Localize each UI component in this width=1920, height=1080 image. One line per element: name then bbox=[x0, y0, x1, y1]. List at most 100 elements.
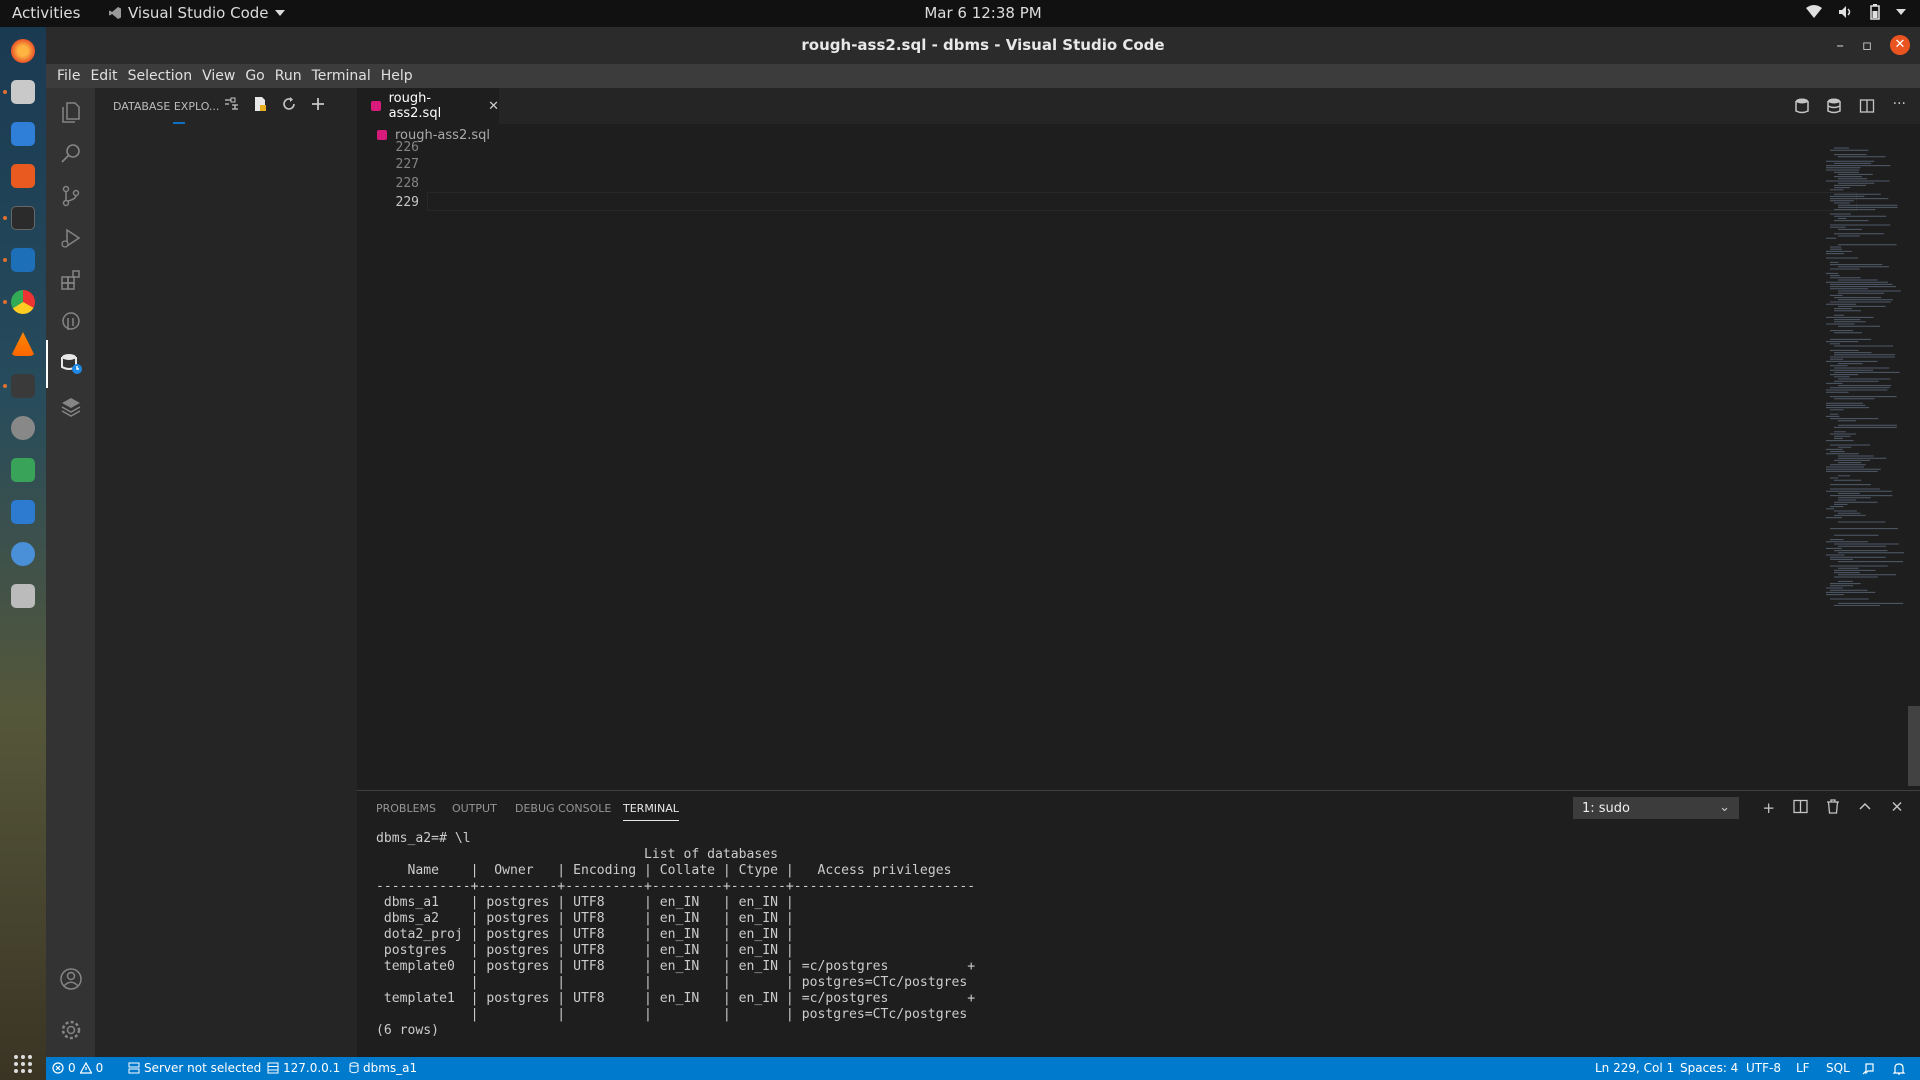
running-indicator bbox=[3, 300, 7, 304]
terminal-line: template1 | postgres | UTF8 | en_IN | en… bbox=[376, 991, 976, 1006]
new-terminal-icon[interactable]: + bbox=[1762, 799, 1775, 817]
chevron-down-icon: ⌄ bbox=[1719, 800, 1730, 815]
chrome-icon[interactable] bbox=[11, 290, 35, 314]
split-terminal-icon[interactable] bbox=[1793, 799, 1808, 814]
tab-rough-ass2-sql[interactable]: rough-ass2.sql ✕ bbox=[357, 88, 499, 124]
terminal-line: ------------+----------+----------+-----… bbox=[376, 879, 976, 894]
activity-bar bbox=[46, 88, 95, 1057]
explorer-icon[interactable] bbox=[46, 88, 95, 136]
minimize-button[interactable]: – bbox=[1836, 36, 1844, 54]
menu-bar: File Edit Selection View Go Run Terminal… bbox=[46, 64, 1920, 88]
window-titlebar[interactable]: rough-ass2.sql - dbms - Visual Studio Co… bbox=[46, 27, 1920, 64]
running-indicator bbox=[3, 90, 7, 94]
database-explorer-icon[interactable] bbox=[46, 340, 95, 388]
vscode-icon[interactable] bbox=[11, 248, 35, 272]
more-actions-icon[interactable]: ··· bbox=[1893, 97, 1906, 114]
writer-icon[interactable] bbox=[11, 122, 35, 146]
query-history-db-icon[interactable] bbox=[1826, 98, 1841, 114]
run-debug-icon[interactable] bbox=[46, 214, 95, 262]
thunderbird-icon[interactable] bbox=[11, 500, 35, 524]
chat-app-icon[interactable] bbox=[11, 542, 35, 566]
add-connection-icon[interactable] bbox=[310, 96, 326, 112]
maximize-panel-chevron-up-icon[interactable] bbox=[1858, 799, 1872, 814]
vlc-icon[interactable] bbox=[11, 332, 35, 356]
close-panel-icon[interactable] bbox=[1890, 799, 1904, 814]
terminal-line: dota2_proj | postgres | UTF8 | en_IN | e… bbox=[376, 927, 794, 942]
file-encoding[interactable]: UTF-8 bbox=[1746, 1061, 1781, 1075]
activities-button[interactable]: Activities bbox=[12, 4, 80, 22]
server-status-label: Server not selected bbox=[144, 1061, 262, 1075]
tab-terminal[interactable]: TERMINAL bbox=[623, 802, 679, 821]
menu-file[interactable]: File bbox=[52, 68, 85, 84]
code-editor[interactable]: 226 227 228 229 bbox=[357, 140, 1920, 790]
battery-icon bbox=[1870, 4, 1880, 20]
terminal-line: template0 | postgres | UTF8 | en_IN | en… bbox=[376, 959, 976, 974]
terminal-selector-value: 1: sudo bbox=[1582, 801, 1631, 816]
menu-help[interactable]: Help bbox=[376, 68, 418, 84]
new-query-file-icon[interactable] bbox=[252, 96, 268, 112]
sidebar-title: DATABASE EXPLO... bbox=[113, 100, 220, 113]
warning-count: 0 bbox=[95, 1061, 104, 1075]
extensions-icon[interactable] bbox=[46, 256, 95, 304]
source-control-icon[interactable] bbox=[46, 172, 95, 220]
editor-scrollbar-thumb[interactable] bbox=[1908, 706, 1920, 786]
system-monitor-icon[interactable] bbox=[11, 374, 35, 398]
calc-icon[interactable] bbox=[11, 458, 35, 482]
breadcrumb[interactable]: rough-ass2.sql bbox=[357, 124, 1920, 146]
volume-icon bbox=[1839, 6, 1851, 18]
show-apps-icon[interactable] bbox=[11, 1052, 35, 1076]
kill-terminal-trash-icon[interactable] bbox=[1826, 799, 1840, 814]
notifications-bell-icon[interactable] bbox=[1892, 1062, 1906, 1076]
app-menu[interactable]: Visual Studio Code bbox=[108, 4, 285, 22]
feedback-icon[interactable] bbox=[1861, 1062, 1875, 1076]
language-mode[interactable]: SQL bbox=[1826, 1061, 1850, 1075]
database-icon bbox=[349, 1062, 359, 1074]
warning-icon bbox=[79, 1062, 92, 1074]
split-editor-icon[interactable] bbox=[1859, 98, 1875, 114]
line-number: 226 bbox=[395, 140, 419, 155]
wifi-icon bbox=[1806, 5, 1822, 18]
terminal-app-icon[interactable] bbox=[11, 206, 35, 230]
database-status[interactable]: dbms_a1 bbox=[349, 1061, 417, 1075]
status-bar: 0 0 Server not selected 127.0.0.1 dbms_a… bbox=[46, 1057, 1920, 1080]
menu-terminal[interactable]: Terminal bbox=[307, 68, 376, 84]
settings-app-icon[interactable] bbox=[11, 416, 35, 440]
indentation[interactable]: Spaces: 4 bbox=[1680, 1061, 1738, 1075]
postgres-elephant-icon[interactable] bbox=[46, 298, 95, 346]
end-of-line[interactable]: LF bbox=[1796, 1061, 1810, 1075]
line-number: 228 bbox=[395, 176, 419, 191]
close-window-button[interactable]: ✕ bbox=[1890, 35, 1910, 55]
system-tray[interactable] bbox=[1806, 4, 1906, 20]
server-status[interactable]: Server not selected bbox=[128, 1061, 261, 1075]
cursor-position[interactable]: Ln 229, Col 1 bbox=[1595, 1061, 1674, 1075]
firefox-icon[interactable] bbox=[11, 39, 35, 63]
menu-run[interactable]: Run bbox=[270, 68, 307, 84]
refresh-icon[interactable] bbox=[281, 96, 297, 112]
problems-status[interactable]: 0 0 bbox=[52, 1061, 103, 1075]
tab-output[interactable]: OUTPUT bbox=[452, 802, 497, 815]
minimap[interactable] bbox=[1822, 146, 1912, 606]
search-icon[interactable] bbox=[46, 130, 95, 178]
menu-go[interactable]: Go bbox=[240, 68, 269, 84]
maximize-button[interactable]: ▫ bbox=[1862, 36, 1872, 54]
terminal-selector[interactable]: 1: sudo ⌄ bbox=[1573, 797, 1739, 819]
clock[interactable]: Mar 6 12:38 PM bbox=[0, 4, 1920, 22]
manage-gear-icon[interactable] bbox=[46, 1006, 95, 1054]
layers-icon[interactable] bbox=[46, 382, 95, 430]
terminal-output[interactable]: dbms_a2=# \l List of databases Name | Ow… bbox=[376, 831, 1876, 1039]
tab-debug-console[interactable]: DEBUG CONSOLE bbox=[515, 802, 611, 815]
image-viewer-icon[interactable] bbox=[11, 584, 35, 608]
terminal-line: (6 rows) bbox=[376, 1023, 440, 1038]
run-query-db-icon[interactable] bbox=[1794, 98, 1809, 114]
tab-close-icon[interactable]: ✕ bbox=[488, 99, 499, 114]
connect-server-icon[interactable] bbox=[223, 96, 239, 112]
menu-view[interactable]: View bbox=[197, 68, 240, 84]
menu-selection[interactable]: Selection bbox=[123, 68, 198, 84]
software-center-icon[interactable] bbox=[11, 164, 35, 188]
files-icon[interactable] bbox=[11, 80, 35, 104]
sql-file-icon bbox=[371, 101, 381, 111]
menu-edit[interactable]: Edit bbox=[85, 68, 122, 84]
tab-problems[interactable]: PROBLEMS bbox=[376, 802, 436, 815]
host-status[interactable]: 127.0.0.1 bbox=[267, 1061, 340, 1075]
accounts-icon[interactable] bbox=[46, 955, 95, 1003]
